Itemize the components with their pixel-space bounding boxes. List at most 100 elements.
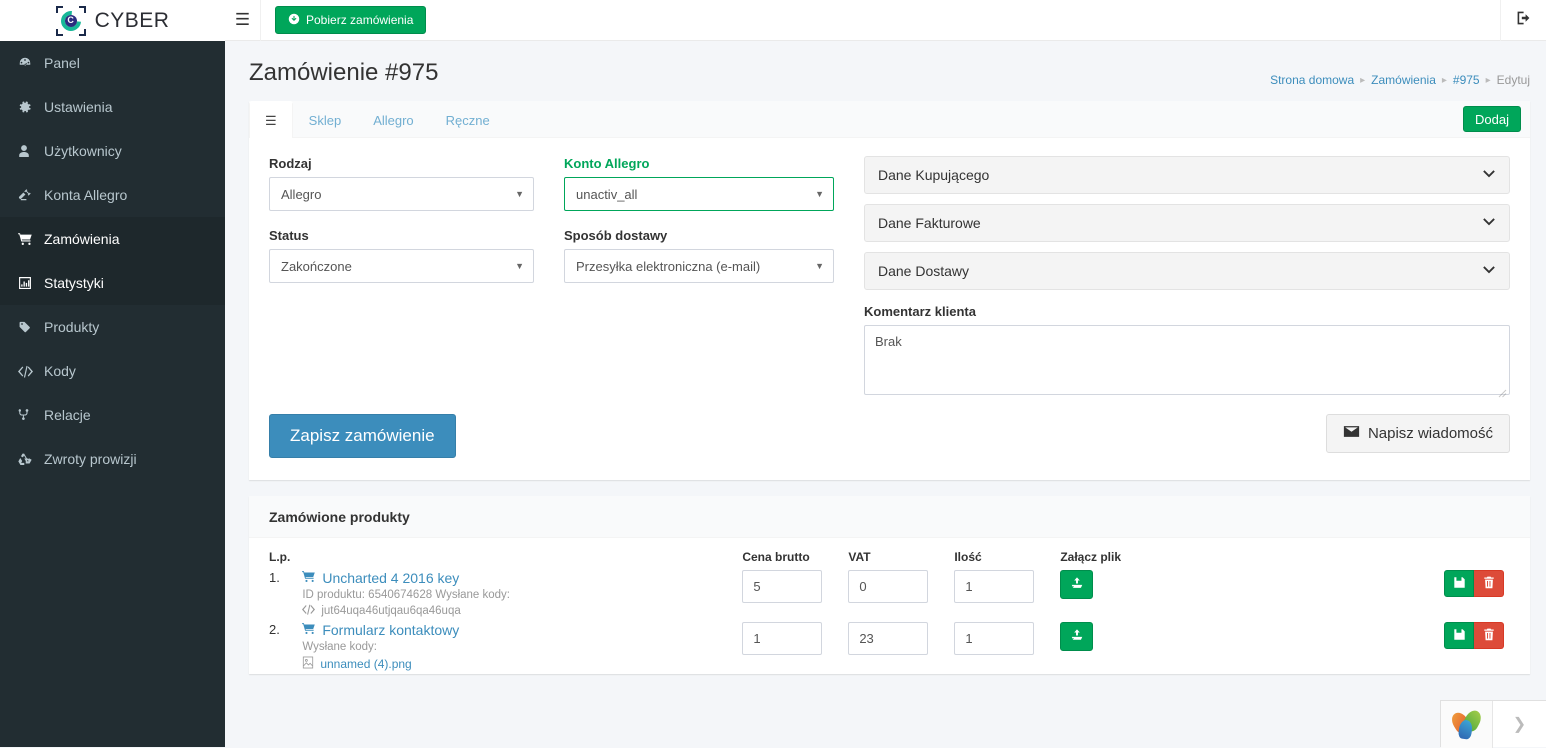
delete-row-button[interactable]: [1474, 570, 1504, 597]
product-file-name[interactable]: unnamed (4).png: [320, 657, 411, 671]
komentarz-wrapper: Brak: [864, 325, 1510, 398]
user-icon: [18, 144, 44, 158]
save-row-button[interactable]: [1444, 622, 1474, 649]
chevron-down-icon: ▼: [815, 189, 824, 199]
add-button[interactable]: Dodaj: [1463, 106, 1521, 132]
row-action-group: [1444, 570, 1504, 597]
column-header-file: Załącz plik: [1060, 550, 1122, 564]
trash-icon: [1483, 628, 1495, 644]
write-message-button[interactable]: Napisz wiadomość: [1325, 414, 1510, 453]
bar-chart-icon: [18, 276, 44, 290]
save-order-button[interactable]: Zapisz zamówienie: [269, 414, 456, 458]
download-circle-icon: [288, 13, 300, 28]
field-rodzaj: Rodzaj Allegro ▼: [269, 156, 534, 211]
sidebar-item-konta-allegro[interactable]: Konta Allegro: [0, 173, 225, 217]
status-select[interactable]: Zakończone ▼: [269, 249, 534, 283]
product-file-line: unnamed (4).png: [302, 653, 730, 672]
vat-input[interactable]: [848, 570, 929, 603]
sidebar-item-produkty[interactable]: Produkty: [0, 305, 225, 349]
row-file-cell: [1054, 568, 1174, 620]
sidebar-item-label: Panel: [44, 55, 80, 71]
upload-icon: [1070, 628, 1084, 645]
file-image-icon: [302, 656, 314, 672]
sidebar-item-label: Kody: [44, 363, 76, 379]
panel-dane-fakturowe[interactable]: Dane Fakturowe: [864, 204, 1510, 242]
product-name: Formularz kontaktowy: [322, 622, 460, 638]
brand-text: CYBER: [94, 8, 170, 32]
row-vat-cell: [842, 620, 948, 674]
sposob-dostawy-select[interactable]: Przesyłka elektroniczna (e-mail) ▼: [564, 249, 834, 283]
product-link[interactable]: Formularz kontaktowy: [302, 622, 459, 638]
product-name: Uncharted 4 2016 key: [322, 570, 460, 586]
sposob-dostawy-value: Przesyłka elektroniczna (e-mail): [576, 258, 761, 274]
upload-file-button[interactable]: [1060, 622, 1094, 651]
product-link[interactable]: Uncharted 4 2016 key: [302, 570, 459, 586]
sidebar-toggle-button[interactable]: ☰: [225, 0, 261, 41]
breadcrumb-separator-icon: ▸: [1485, 74, 1491, 86]
field-sposob-dostawy: Sposób dostawy Przesyłka elektroniczna (…: [564, 228, 834, 283]
cart-icon: [302, 622, 316, 638]
field-status: Status Zakończone ▼: [269, 228, 534, 283]
brand-header[interactable]: C CYBER: [0, 0, 225, 41]
breadcrumb: Strona domowa ▸ Zamówienia ▸ #975 ▸ Edyt…: [1270, 57, 1530, 87]
rodzaj-label: Rodzaj: [269, 156, 312, 171]
vat-input[interactable]: [848, 622, 929, 655]
sidebar-item-relacje[interactable]: Relacje: [0, 393, 225, 437]
column-header-price: Cena brutto: [742, 550, 810, 564]
delete-row-button[interactable]: [1474, 622, 1504, 649]
chat-widget-expand-button[interactable]: ❯: [1493, 714, 1546, 734]
breadcrumb-item-home[interactable]: Strona domowa: [1270, 73, 1354, 87]
tab-reczne[interactable]: Ręczne: [430, 101, 506, 138]
chevron-right-icon: ❯: [1512, 716, 1527, 733]
sidebar-item-panel[interactable]: Panel: [0, 41, 225, 85]
sidebar-item-statystyki[interactable]: Statystyki: [0, 261, 225, 305]
fetch-orders-button[interactable]: Pobierz zamówienia: [275, 6, 427, 34]
price-input[interactable]: [742, 622, 823, 655]
sidebar-item-uzytkownicy[interactable]: Użytkownicy: [0, 129, 225, 173]
cyber-c-logo-icon: C: [55, 5, 86, 36]
row-price-cell: [736, 620, 842, 674]
konto-allegro-select[interactable]: unactiv_all ▼: [564, 177, 834, 211]
tab-sklep[interactable]: Sklep: [293, 101, 358, 138]
form-actions: Zapisz zamówienie Napisz wiadomość: [249, 404, 1530, 480]
sidebar-item-zamowienia[interactable]: Zamówienia: [0, 217, 225, 261]
tab-allegro[interactable]: Allegro: [357, 101, 429, 138]
save-row-button[interactable]: [1444, 570, 1474, 597]
envelope-icon: [1343, 425, 1360, 442]
komentarz-textarea[interactable]: Brak: [864, 325, 1510, 395]
upload-icon: [1070, 576, 1084, 593]
hamburger-icon: ☰: [265, 112, 277, 128]
qty-input[interactable]: [954, 622, 1035, 655]
chat-widget-logo-button[interactable]: [1441, 700, 1493, 748]
sidebar-item-zwroty-prowizji[interactable]: Zwroty prowizji: [0, 437, 225, 481]
breadcrumb-item-orders[interactable]: Zamówienia: [1371, 73, 1436, 87]
column-header-index: L.p.: [269, 550, 291, 564]
rodzaj-select[interactable]: Allegro ▼: [269, 177, 534, 211]
status-label: Status: [269, 228, 309, 243]
row-actions-cell: [1174, 620, 1530, 674]
cart-icon: [18, 232, 44, 246]
products-table-head: L.p. Cena brutto VAT Ilość Załącz plik: [249, 538, 1530, 568]
breadcrumb-separator-icon: ▸: [1441, 74, 1447, 86]
sidebar-item-ustawienia[interactable]: Ustawienia: [0, 85, 225, 129]
write-message-label: Napisz wiadomość: [1367, 425, 1493, 442]
sidebar: C CYBER Panel Ustawienia Użytkownicy Kon…: [0, 0, 225, 747]
sign-out-icon: [1516, 10, 1532, 30]
column-header-actions: [1174, 538, 1530, 568]
logout-button[interactable]: [1501, 0, 1546, 41]
qty-input[interactable]: [954, 570, 1035, 603]
panel-dane-kupujacego[interactable]: Dane Kupującego: [864, 156, 1510, 194]
product-code: jut64uqa46utjqau6qa46uqa: [321, 605, 461, 617]
row-actions-cell: [1174, 568, 1530, 620]
app-root: C CYBER Panel Ustawienia Użytkownicy Kon…: [0, 0, 1546, 748]
row-name-cell: Formularz kontaktowy Wysłane kody: unnam…: [296, 620, 736, 674]
tab-all[interactable]: ☰: [249, 100, 293, 138]
panel-dane-dostawy[interactable]: Dane Dostawy: [864, 252, 1510, 290]
row-qty-cell: [948, 620, 1054, 674]
breadcrumb-item-order-id[interactable]: #975: [1453, 73, 1480, 87]
row-file-cell: [1054, 620, 1174, 674]
price-input[interactable]: [742, 570, 823, 603]
column-header-vat: VAT: [848, 550, 871, 564]
sidebar-item-kody[interactable]: Kody: [0, 349, 225, 393]
upload-file-button[interactable]: [1060, 570, 1094, 599]
